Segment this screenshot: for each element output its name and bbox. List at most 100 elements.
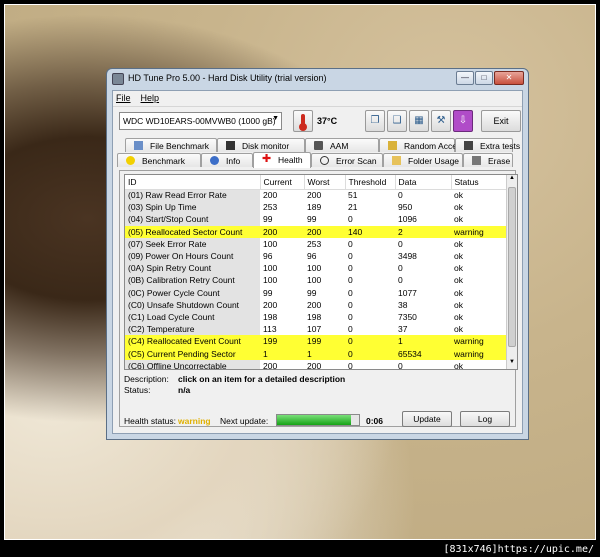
column-header[interactable]: ID (125, 175, 261, 190)
table-cell: ok (454, 299, 463, 310)
table-row[interactable]: (C5) Current Pending Sector 1 1 0 65534 warni… (125, 347, 507, 360)
column-header[interactable]: Data (395, 175, 452, 190)
health-status-value: warning (178, 416, 211, 426)
table-row[interactable]: (0C) Power Cycle Count 99 99 0 1077 ok (125, 286, 507, 299)
table-cell: 1096 (398, 214, 417, 225)
vertical-scrollbar[interactable]: ▲ ▼ (506, 175, 517, 369)
table-row[interactable]: (0B) Calibration Retry Count 100 100 0 0 ok (125, 274, 507, 287)
table-cell: (09) Power On Hours Count (125, 249, 260, 263)
close-button[interactable]: ✕ (494, 71, 524, 85)
tab-label: Erase (488, 156, 511, 166)
table-cell: 200 (304, 225, 345, 238)
smart-attributes-table[interactable]: ID Current Worst Threshold Data Status (… (124, 174, 518, 370)
table-header-row: ID Current Worst Threshold Data Status (125, 175, 508, 190)
minimize-button[interactable]: — (456, 71, 474, 85)
table-cell: 1077 (398, 287, 417, 298)
tab-erase[interactable]: Erase (463, 153, 513, 167)
column-header[interactable]: Worst (304, 175, 346, 190)
exit-button[interactable]: Exit (481, 110, 521, 132)
column-header[interactable]: Current (260, 175, 305, 190)
table-cell: 1 (395, 335, 451, 348)
tab-benchmark[interactable]: Benchmark (117, 153, 201, 167)
tab-aam[interactable]: AAM (305, 138, 379, 152)
table-row[interactable]: (07) Seek Error Rate 100 253 0 0 ok (125, 237, 507, 250)
table-row[interactable]: (04) Start/Stop Count 99 99 0 1096 ok (125, 213, 507, 226)
table-cell: (C2) Temperature (125, 323, 260, 336)
column-header[interactable]: Status (451, 175, 508, 190)
table-row[interactable]: (C1) Load Cycle Count 198 198 0 7350 ok (125, 310, 507, 324)
tab-label: Health (278, 155, 303, 165)
table-cell: 100 (263, 238, 278, 249)
tab-error-scan[interactable]: Error Scan (311, 153, 383, 167)
log-button[interactable]: Log (460, 411, 510, 427)
drive-select[interactable]: WDC WD10EARS-00MVWB0 (1000 gB) ▼ (119, 112, 282, 130)
update-button[interactable]: Update (402, 411, 452, 427)
table-cell: warning (451, 335, 507, 348)
watermark: [831x746]https://upic.me/ (443, 544, 594, 555)
tab-label: Disk monitor (242, 141, 290, 151)
tab-label: Error Scan (336, 156, 377, 166)
copy-screenshot-icon[interactable]: ❑ (387, 110, 407, 132)
table-cell: 113 (263, 324, 277, 335)
maximize-button[interactable]: □ (475, 71, 493, 85)
status-value: n/a (178, 385, 191, 395)
table-cell: 38 (398, 299, 408, 310)
folder-icon (392, 156, 401, 165)
table-cell: ok (454, 263, 463, 274)
extra-tests-icon (464, 141, 473, 150)
table-row[interactable]: (03) Spin Up Time 253 189 21 950 ok (125, 201, 507, 214)
table-cell: (05) Reallocated Sector Count (125, 225, 260, 238)
speaker-icon (314, 141, 323, 150)
table-row[interactable]: (05) Reallocated Sector Count 200 200 140 2 w… (125, 225, 507, 238)
table-cell: 198 (307, 311, 322, 322)
menu-help[interactable]: Help (141, 93, 160, 103)
table-cell: ok (454, 202, 463, 213)
table-row[interactable]: (09) Power On Hours Count 96 96 0 3498 ok (125, 249, 507, 263)
download-arrow-icon[interactable]: ⇩ (453, 110, 473, 132)
table-cell: (C1) Load Cycle Count (125, 310, 260, 324)
drive-select-value: WDC WD10EARS-00MVWB0 (1000 gB) (123, 116, 276, 126)
table-cell: (03) Spin Up Time (125, 201, 260, 214)
menu-file[interactable]: File (116, 93, 131, 103)
title-bar[interactable]: HD Tune Pro 5.00 - Hard Disk Utility (tr… (107, 69, 528, 89)
window-title: HD Tune Pro 5.00 - Hard Disk Utility (tr… (128, 73, 327, 83)
table-cell: 200 (260, 225, 304, 238)
table-row[interactable]: (C6) Offline Uncorrectable 200 200 0 0 ok (125, 359, 507, 370)
table-row[interactable]: (01) Raw Read Error Rate 200 200 51 0 ok (125, 189, 507, 202)
tab-strip: File Benchmark Disk monitor AAM Random A… (113, 138, 522, 170)
copy-info-icon[interactable]: ❐ (365, 110, 385, 132)
thermometer-icon (293, 110, 313, 132)
column-header[interactable]: Threshold (345, 175, 396, 190)
tab-folder-usage[interactable]: Folder Usage (383, 153, 463, 167)
table-row[interactable]: (C0) Unsafe Shutdown Count 200 200 0 38 ok (125, 298, 507, 311)
table-cell: 253 (307, 238, 322, 249)
table-cell: 0 (348, 360, 353, 370)
table-cell: 2 (395, 225, 451, 238)
tab-info[interactable]: Info (201, 153, 253, 167)
table-cell: 0 (398, 190, 403, 201)
table-row[interactable]: (C4) Reallocated Event Count 199 199 0 1 warn… (125, 335, 507, 348)
tab-health[interactable]: ✚ Health (253, 152, 311, 168)
table-cell: 200 (307, 299, 322, 310)
tab-random-access[interactable]: Random Access (379, 138, 465, 152)
tab-extra-tests[interactable]: Extra tests (455, 138, 520, 152)
options-wrench-icon[interactable]: ⚒ (431, 110, 451, 132)
table-row[interactable]: (0A) Spin Retry Count 100 100 0 0 ok (125, 262, 507, 275)
table-cell: ok (454, 275, 463, 286)
table-cell: (C4) Reallocated Event Count (125, 335, 260, 348)
save-icon[interactable]: ▦ (409, 110, 429, 132)
table-cell: 0 (398, 360, 403, 370)
scroll-thumb[interactable] (508, 187, 516, 347)
trash-icon (472, 156, 481, 165)
scroll-up-icon[interactable]: ▲ (507, 175, 517, 185)
tab-disk-monitor[interactable]: Disk monitor (217, 138, 305, 152)
tab-file-benchmark[interactable]: File Benchmark (125, 138, 217, 152)
table-cell: 0 (348, 311, 353, 322)
scroll-down-icon[interactable]: ▼ (507, 359, 517, 369)
file-benchmark-icon (134, 141, 143, 150)
description-area: Description: click on an item for a detai… (124, 374, 345, 396)
table-cell: 100 (307, 275, 322, 286)
table-cell: 200 (263, 190, 278, 201)
table-row[interactable]: (C2) Temperature 113 107 0 37 ok (125, 323, 507, 336)
tab-label: Benchmark (142, 156, 185, 166)
